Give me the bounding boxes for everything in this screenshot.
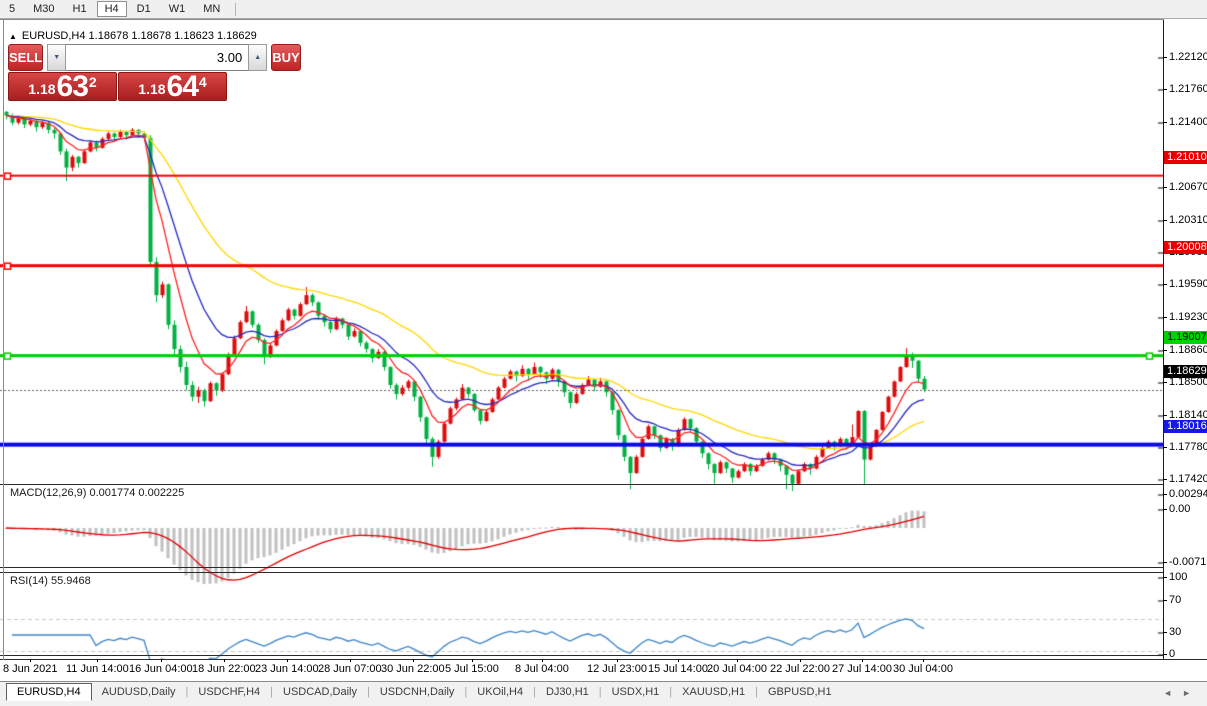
tab-usdchf-h4[interactable]: USDCHF,H4 xyxy=(188,683,270,701)
macd-pane-bottom-separator[interactable] xyxy=(0,567,1207,568)
tab-audusd-daily[interactable]: AUDUSD,Daily xyxy=(92,683,186,701)
rsi-indicator-label: RSI(14) 55.9468 xyxy=(10,575,91,587)
tab-ukoil-h4[interactable]: UKOil,H4 xyxy=(467,683,533,701)
buy-price-box[interactable]: 1.18 64 4 xyxy=(118,72,227,101)
price-badge-1.18016: 1.18016 xyxy=(1164,420,1207,433)
time-label: 15 Jul 14:00 xyxy=(648,663,708,675)
sell-button[interactable]: SELL xyxy=(8,44,43,71)
buy-price-sup: 4 xyxy=(199,74,207,90)
collapse-triangle-icon[interactable]: ▲ xyxy=(9,32,17,41)
price-tick-1.17780: 1.17780 xyxy=(1169,441,1207,454)
price-tick-1.19590: 1.19590 xyxy=(1169,278,1207,291)
volume-stepper: ▼ ▲ xyxy=(47,44,267,71)
symbol-ohlc-text: EURUSD,H4 1.18678 1.18678 1.18623 1.1862… xyxy=(22,30,257,42)
time-axis[interactable]: 8 Jun 2021 11 Jun 14:0016 Jun 04:0018 Jun… xyxy=(0,660,1163,680)
price-tick-1.19230: 1.19230 xyxy=(1169,311,1207,324)
price-tick-1.22120: 1.22120 xyxy=(1169,51,1207,64)
price-chart-canvas[interactable] xyxy=(0,19,1163,678)
time-label: 11 Jun 14:00 xyxy=(66,663,129,675)
window-top-border xyxy=(0,19,1207,20)
symbol-header: ▲ EURUSD,H4 1.18678 1.18678 1.18623 1.18… xyxy=(9,30,257,42)
sell-price-box[interactable]: 1.18 63 2 xyxy=(8,72,117,101)
tab-usdcad-daily[interactable]: USDCAD,Daily xyxy=(273,683,367,701)
rsi-pane-top-separator[interactable] xyxy=(0,572,1207,573)
price-tick-1.21760: 1.21760 xyxy=(1169,83,1207,96)
price-badge-1.21010: 1.21010 xyxy=(1164,151,1207,164)
tab-scroll-arrows: ◄► xyxy=(1163,688,1201,698)
tab-eurusd-h4[interactable]: EURUSD,H4 xyxy=(6,683,92,701)
tab-usdx-h1[interactable]: USDX,H1 xyxy=(602,683,670,701)
trade-panel-controls: SELL ▼ ▲ BUY xyxy=(8,44,227,71)
tab-dj30-h1[interactable]: DJ30,H1 xyxy=(536,683,599,701)
timeframe-button-mn[interactable]: MN xyxy=(195,1,228,17)
price-tick-1.18860: 1.18860 xyxy=(1169,344,1207,357)
timeframe-button-m30[interactable]: M30 xyxy=(25,1,62,17)
window-left-border xyxy=(3,19,4,680)
price-tick-1.20310: 1.20310 xyxy=(1169,214,1207,227)
price-tick-1.17420: 1.17420 xyxy=(1169,473,1207,486)
one-click-trading-panel: SELL ▼ ▲ BUY 1.18 63 2 1.18 64 4 xyxy=(8,44,227,101)
timeframe-toolbar: 5M30H1H4D1W1MN xyxy=(0,0,1207,19)
time-label: 12 Jul 23:00 xyxy=(587,663,647,675)
timeframe-button-w1[interactable]: W1 xyxy=(161,1,194,17)
macd-tick-0.002947: 0.002947 xyxy=(1169,488,1207,501)
time-label: 22 Jul 22:00 xyxy=(770,663,830,675)
tab-usdcnh-daily[interactable]: USDCNH,Daily xyxy=(370,683,465,701)
toolbar-divider xyxy=(235,3,236,16)
tab-xauusd-h1[interactable]: XAUUSD,H1 xyxy=(672,683,755,701)
time-label: 30 Jul 04:00 xyxy=(893,663,953,675)
price-badge-1.20008: 1.20008 xyxy=(1164,241,1207,254)
volume-input[interactable] xyxy=(66,44,248,71)
price-badge-1.19007: 1.19007 xyxy=(1164,331,1207,344)
sell-price-small: 1.18 xyxy=(28,81,55,97)
mt4-terminal: 5M30H1H4D1W1MN ▲ EURUSD,H4 1.18678 1.186… xyxy=(0,0,1207,706)
price-tick-1.21400: 1.21400 xyxy=(1169,116,1207,129)
buy-price-small: 1.18 xyxy=(138,81,165,97)
time-label: 23 Jun 14:00 xyxy=(255,663,319,675)
rsi-tick-30: 30 xyxy=(1169,626,1181,639)
timeframe-button-5[interactable]: 5 xyxy=(1,1,23,17)
time-label: 18 Jun 22:00 xyxy=(192,663,256,675)
buy-button[interactable]: BUY xyxy=(271,44,300,71)
chart-tab-bar: EURUSD,H4AUDUSD,Daily|USDCHF,H4|USDCAD,D… xyxy=(0,681,1207,706)
volume-increase-icon[interactable]: ▲ xyxy=(248,44,267,71)
time-label: 16 Jun 04:00 xyxy=(129,663,193,675)
time-label: 8 Jun 2021 xyxy=(3,663,57,675)
chart-window xyxy=(0,19,1207,681)
macd-pane-top-separator[interactable] xyxy=(0,484,1207,485)
sell-price-sup: 2 xyxy=(89,74,97,90)
tab-scroll-right-icon[interactable]: ► xyxy=(1182,688,1201,698)
rsi-tick-100: 100 xyxy=(1169,571,1187,584)
tab-scroll-left-icon[interactable]: ◄ xyxy=(1163,688,1182,698)
time-label: 30 Jun 22:00 xyxy=(381,663,445,675)
rsi-pane-bottom-separator xyxy=(0,655,1207,656)
macd-indicator-label: MACD(12,26,9) 0.001774 0.002225 xyxy=(10,487,184,499)
price-tick-1.20670: 1.20670 xyxy=(1169,181,1207,194)
rsi-tick-70: 70 xyxy=(1169,594,1181,607)
time-label: 28 Jun 07:00 xyxy=(318,663,382,675)
time-label: 27 Jul 14:00 xyxy=(832,663,892,675)
timeframe-button-d1[interactable]: D1 xyxy=(129,1,159,17)
timeframe-button-h1[interactable]: H1 xyxy=(65,1,95,17)
sell-price-big: 63 xyxy=(57,73,88,100)
macd-tick--0.00715: -0.00715 xyxy=(1169,556,1207,569)
time-label: 8 Jul 04:00 xyxy=(515,663,569,675)
time-label: 20 Jul 04:00 xyxy=(707,663,767,675)
buy-price-big: 64 xyxy=(167,73,198,100)
time-label: 5 Jul 15:00 xyxy=(445,663,499,675)
trade-panel-prices: 1.18 63 2 1.18 64 4 xyxy=(8,72,227,101)
rsi-tick-0: 0 xyxy=(1169,648,1175,661)
price-axis[interactable]: 1.221201.217601.214001.206701.203101.199… xyxy=(1164,19,1207,659)
price-badge-1.18629: 1.18629 xyxy=(1164,365,1207,378)
tab-gbpusd-h1[interactable]: GBPUSD,H1 xyxy=(758,683,842,701)
timeframe-button-h4[interactable]: H4 xyxy=(97,1,127,17)
macd-tick-0.00: 0.00 xyxy=(1169,503,1190,516)
volume-decrease-icon[interactable]: ▼ xyxy=(47,44,66,71)
